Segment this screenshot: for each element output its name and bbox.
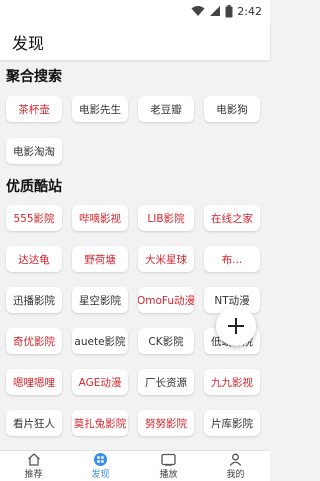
status-time: 2:42 (237, 4, 262, 18)
search-site-chip[interactable]: 电影先生 (72, 96, 128, 122)
site-chip[interactable]: 布... (204, 246, 260, 272)
home-icon (27, 453, 40, 466)
signal-icon (210, 6, 221, 16)
discover-content[interactable]: 聚合搜索 茶杯壶 电影先生 老豆瓣 电影狗 电影淘淘 优质酷站 555影院 哔嘀… (0, 60, 270, 450)
site-chip[interactable]: 哔嘀影视 (72, 205, 128, 231)
site-chip[interactable]: 迅播影院 (6, 287, 62, 313)
site-chip[interactable]: 达达龟 (6, 246, 62, 272)
status-icons: 2:42 (191, 4, 262, 18)
site-chip[interactable]: 厂长资源 (138, 369, 194, 395)
site-chip[interactable]: 看片狂人 (6, 410, 62, 436)
site-chip[interactable]: auete影院 (72, 328, 128, 354)
site-chip[interactable]: CK影院 (138, 328, 194, 354)
add-fab-button[interactable] (216, 306, 256, 346)
site-chip[interactable]: 九九影视 (204, 369, 260, 395)
user-icon (229, 453, 242, 466)
section-title-aggregate-search: 聚合搜索 (6, 69, 62, 85)
site-chip[interactable]: 大米星球 (138, 246, 194, 272)
site-chip[interactable]: OmoFu动漫 (138, 287, 194, 313)
nav-item-mine[interactable]: 我的 (202, 451, 269, 481)
grid-icon (94, 453, 107, 466)
battery-icon (225, 4, 233, 17)
nav-item-playback[interactable]: 播放 (135, 451, 202, 481)
plus-icon (228, 318, 244, 334)
play-icon (161, 453, 176, 466)
nav-label: 我的 (226, 470, 245, 480)
page-title: 发现 (12, 34, 45, 53)
nav-label: 发现 (91, 470, 110, 480)
site-chip[interactable]: LIB影院 (138, 205, 194, 231)
search-site-chip[interactable]: 老豆瓣 (138, 96, 194, 122)
nav-label: 推荐 (24, 470, 43, 480)
site-chip[interactable]: 奇优影院 (6, 328, 62, 354)
site-chip[interactable]: 莫扎兔影院 (72, 410, 128, 436)
bottom-nav: 推荐 发现 播放 我的 (0, 450, 270, 481)
nav-item-discover[interactable]: 发现 (67, 451, 134, 481)
search-site-chip[interactable]: 茶杯壶 (6, 96, 62, 122)
nav-item-recommend[interactable]: 推荐 (0, 451, 67, 481)
wifi-icon (191, 6, 205, 16)
site-chip[interactable]: 嗯哩嗯哩 (6, 369, 62, 395)
search-site-chip[interactable]: 电影狗 (204, 96, 260, 122)
site-chip[interactable]: 555影院 (6, 205, 62, 231)
search-site-chip[interactable]: 电影淘淘 (6, 138, 62, 164)
site-chip[interactable]: 在线之家 (204, 205, 260, 231)
site-chip[interactable]: 努努影院 (138, 410, 194, 436)
section-title-quality-sites: 优质酷站 (6, 179, 62, 195)
app-bar: 发现 (0, 22, 270, 60)
site-chip[interactable]: AGE动漫 (72, 369, 128, 395)
site-chip[interactable]: 野荷塘 (72, 246, 128, 272)
site-chip[interactable]: 片库影院 (204, 410, 260, 436)
nav-label: 播放 (159, 470, 178, 480)
status-bar: 2:42 (0, 0, 270, 22)
site-chip[interactable]: 星空影院 (72, 287, 128, 313)
